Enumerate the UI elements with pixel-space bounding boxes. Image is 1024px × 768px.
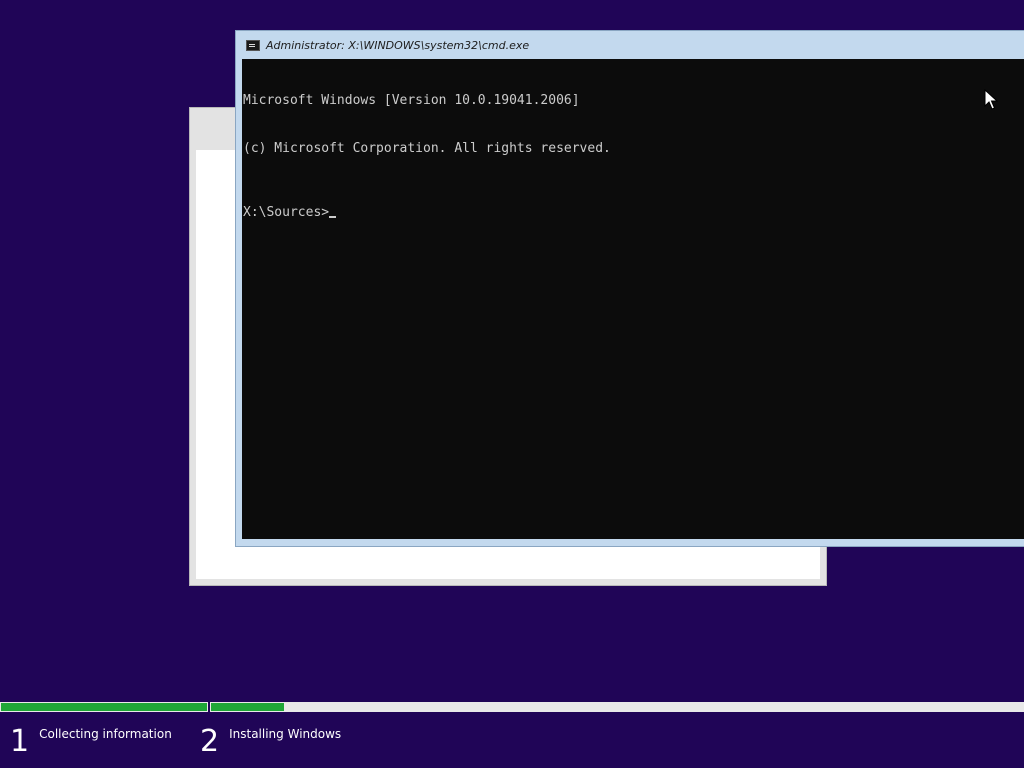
console-output[interactable]: Microsoft Windows [Version 10.0.19041.20…	[242, 59, 1024, 539]
step-label: Installing Windows	[229, 727, 342, 741]
cmd-window[interactable]: Administrator: X:\WINDOWS\system32\cmd.e…	[235, 30, 1024, 547]
console-line-version: Microsoft Windows [Version 10.0.19041.20…	[243, 93, 580, 108]
step-number: 1	[10, 724, 30, 759]
console-prompt-line[interactable]: X:\Sources>	[243, 205, 1024, 221]
progress-segment-collecting	[0, 702, 208, 712]
setup-progress-bar	[0, 702, 1024, 712]
cmd-icon	[246, 39, 260, 51]
progress-fill-installing	[211, 703, 284, 711]
console-line-copyright: (c) Microsoft Corporation. All rights re…	[243, 141, 611, 156]
cmd-titlebar[interactable]: Administrator: X:\WINDOWS\system32\cmd.e…	[236, 31, 1024, 59]
step-label: Collecting information	[39, 727, 172, 741]
mouse-pointer-icon	[984, 89, 998, 110]
progress-segment-installing	[210, 702, 1024, 712]
progress-fill-collecting	[1, 703, 207, 711]
cmd-window-title: Administrator: X:\WINDOWS\system32\cmd.e…	[266, 38, 530, 52]
console-prompt: X:\Sources>	[243, 205, 330, 220]
step-number: 2	[200, 724, 220, 759]
step-installing-windows: 2 Installing Windows	[200, 722, 341, 762]
step-collecting-information: 1 Collecting information	[10, 722, 172, 762]
text-cursor	[329, 216, 337, 218]
